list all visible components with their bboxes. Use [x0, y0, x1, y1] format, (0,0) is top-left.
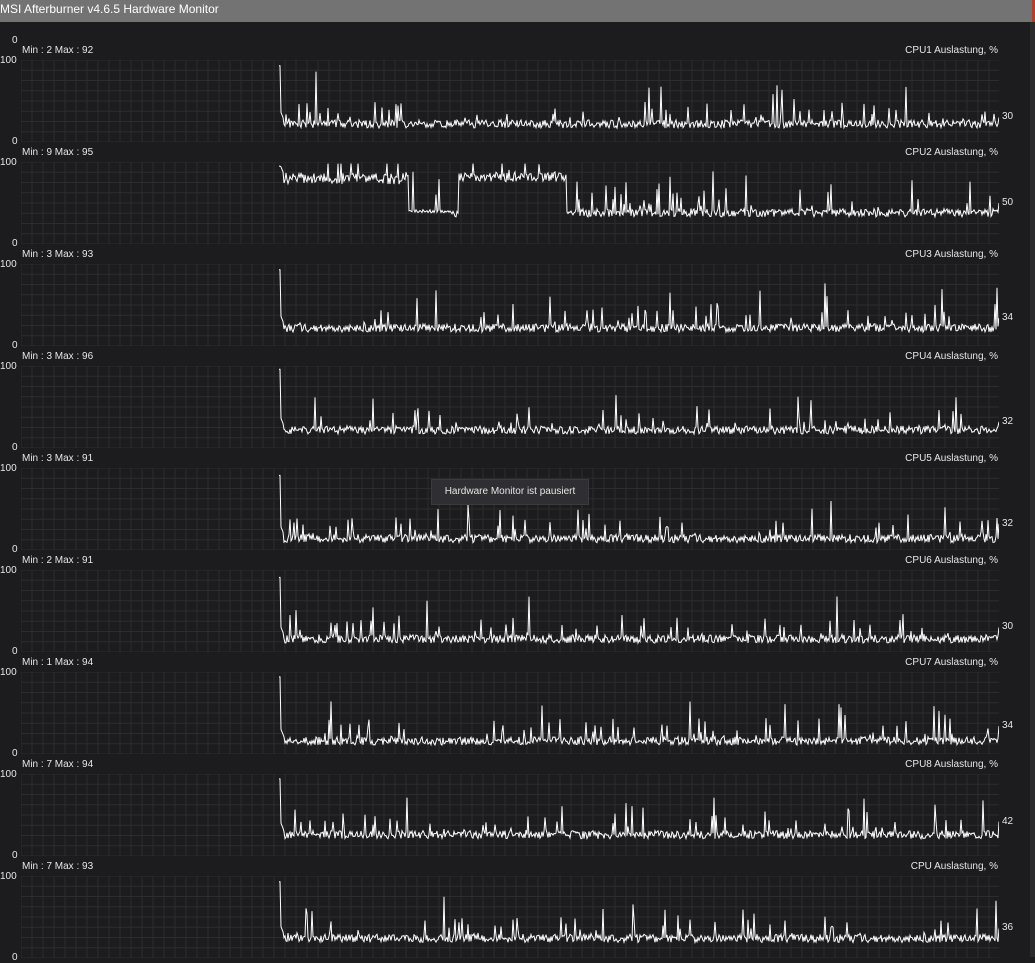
graph-name: CPU Auslastung, % — [910, 861, 998, 872]
graph-panel[interactable]: Min : 7 Max : 94 CPU8 Auslastung, % 100 0 42 — [0, 736, 1030, 861]
graph-panel[interactable]: Min : 3 Max : 93 CPU3 Auslastung, % 100 0 34 — [0, 226, 1030, 351]
graph-panel[interactable]: Min : 3 Max : 96 CPU4 Auslastung, % 100 0 32 — [0, 328, 1030, 453]
graph-panel[interactable]: Min : 9 Max : 95 CPU2 Auslastung, % 100 0 50 — [0, 124, 1030, 249]
y-axis-max-label: 100 — [0, 667, 17, 678]
current-value: 30 — [1002, 621, 1014, 633]
title-bar[interactable]: MSI Afterburner v4.6.5 Hardware Monitor — [0, 0, 1035, 22]
graph-panel[interactable]: Min : 7 Max : 93 CPU Auslastung, % 100 0 36 — [0, 838, 1030, 963]
current-value: 50 — [1002, 197, 1014, 208]
y-axis-max-label: 100 — [0, 259, 17, 270]
current-value: 36 — [1002, 922, 1014, 934]
min-max-label: Min : 3 Max : 91 — [22, 453, 94, 464]
graph-panel[interactable]: 0 Min : 2 Max : 92 CPU1 Auslastung, % 100 0 3… — [0, 22, 1030, 147]
graph-name: CPU4 Auslastung, % — [905, 351, 998, 362]
min-max-label: Min : 9 Max : 95 — [22, 147, 94, 158]
current-value: 30 — [1002, 111, 1014, 123]
y-axis-max-label: 100 — [0, 769, 17, 780]
y-axis-min-label: 0 — [12, 952, 18, 963]
y-axis-max-label: 100 — [0, 463, 17, 474]
current-value: 42 — [1002, 815, 1014, 827]
graph-name: CPU3 Auslastung, % — [905, 249, 998, 260]
graph-area[interactable] — [21, 876, 999, 958]
min-max-label: Min : 1 Max : 94 — [22, 657, 94, 668]
min-max-label: Min : 3 Max : 93 — [22, 249, 94, 260]
current-value: 32 — [1002, 415, 1014, 427]
y-axis-max-label: 100 — [0, 871, 17, 882]
current-value: 32 — [1002, 517, 1014, 529]
graph-name: CPU6 Auslastung, % — [905, 555, 998, 566]
graph-panel[interactable]: Min : 2 Max : 91 CPU6 Auslastung, % 100 0 30 — [0, 532, 1030, 657]
min-max-label: Min : 7 Max : 94 — [22, 759, 94, 770]
graph-panel[interactable]: Min : 1 Max : 94 CPU7 Auslastung, % 100 0 34 — [0, 634, 1030, 759]
y-axis-max-label: 100 — [0, 361, 17, 372]
y-axis-max-label: 100 — [0, 565, 17, 576]
graph-name: CPU5 Auslastung, % — [905, 453, 998, 464]
graph-name: CPU8 Auslastung, % — [905, 759, 998, 770]
graph-name: CPU2 Auslastung, % — [905, 147, 998, 158]
min-max-label: Min : 3 Max : 96 — [22, 351, 94, 362]
y-axis-max-label: 100 — [0, 55, 17, 66]
axis-top-label: 0 — [12, 35, 18, 46]
min-max-label: Min : 7 Max : 93 — [22, 861, 94, 872]
min-max-label: Min : 2 Max : 92 — [22, 45, 94, 56]
scrollbar[interactable] — [1030, 22, 1035, 957]
window-title: MSI Afterburner v4.6.5 Hardware Monitor — [0, 2, 219, 16]
paused-tooltip: Hardware Monitor ist pausiert — [431, 479, 589, 505]
current-value: 34 — [1002, 720, 1014, 732]
y-axis-max-label: 100 — [0, 157, 17, 168]
min-max-label: Min : 2 Max : 91 — [22, 555, 94, 566]
graph-name: CPU1 Auslastung, % — [905, 45, 998, 56]
current-value: 34 — [1002, 312, 1014, 324]
graph-name: CPU7 Auslastung, % — [905, 657, 998, 668]
